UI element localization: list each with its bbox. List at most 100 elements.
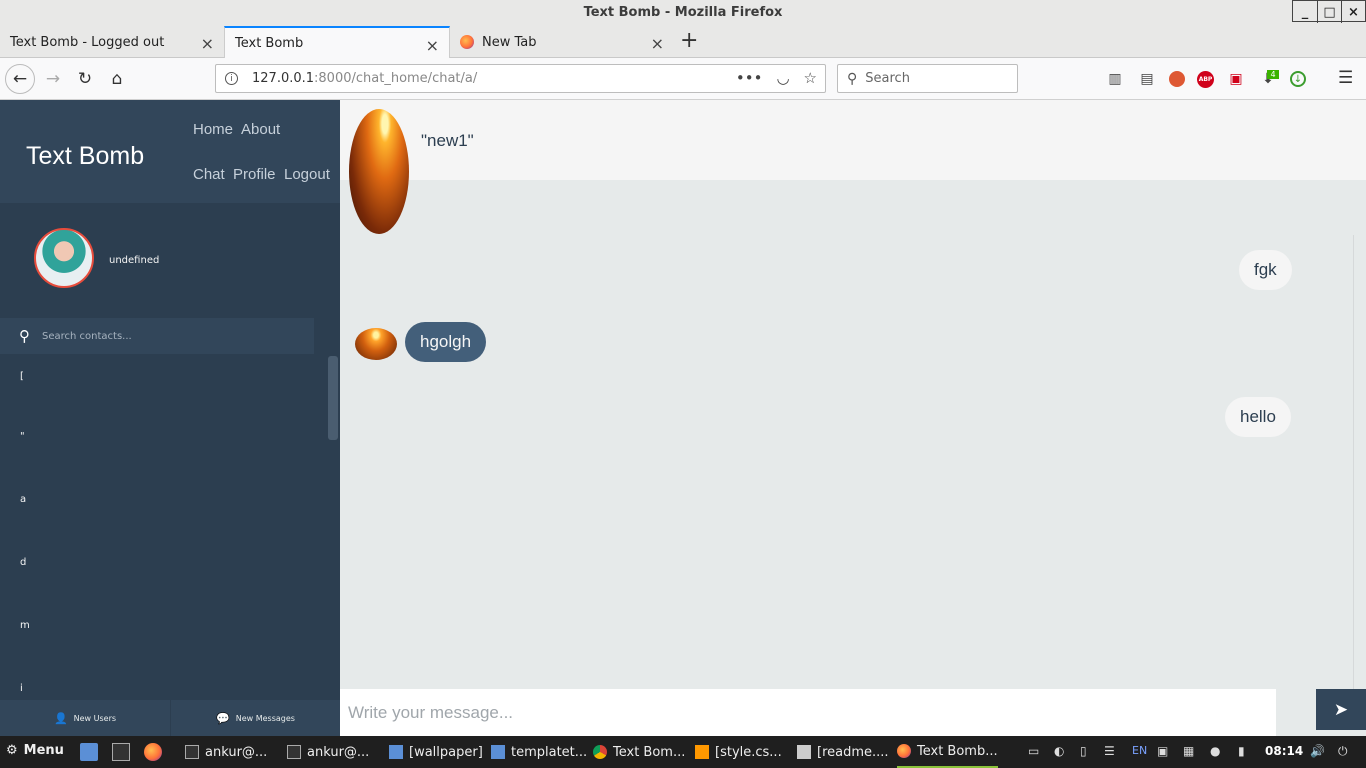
download-addon-icon[interactable]: ⬇ 4 (1258, 69, 1279, 88)
browser-search-bar[interactable]: ⚲ (837, 64, 1018, 93)
search-icon: ⚲ (19, 327, 30, 345)
message-composer: ➤ (340, 689, 1366, 736)
contact-item[interactable]: d (20, 557, 26, 568)
screenshot-addon-icon[interactable]: ▣ (1226, 70, 1246, 88)
contact-search-input[interactable] (42, 330, 292, 342)
profile-avatar[interactable] (34, 228, 94, 288)
task-readme[interactable]: [readme.... (797, 736, 889, 768)
terminal-icon[interactable] (112, 743, 130, 761)
library-icon[interactable]: ▥ (1105, 70, 1125, 88)
page-actions-icon[interactable]: ••• (736, 69, 763, 87)
new-messages-button[interactable]: 💬 New Messages (170, 700, 340, 736)
url-text: 127.0.0.1:8000/chat_home/chat/a/ (252, 71, 478, 86)
contacts-scrollbar-thumb[interactable] (328, 356, 338, 440)
power-icon[interactable]: ⏻ (1338, 744, 1348, 759)
add-user-icon: 👤 (53, 711, 68, 725)
terminal-icon (185, 745, 199, 759)
comment-icon: 💬 (216, 711, 230, 725)
task-terminal-2[interactable]: ankur@... (287, 736, 369, 768)
start-menu-button[interactable]: ⚙ Menu (6, 743, 64, 758)
task-wallpaper-folder[interactable]: [wallpaper] (389, 736, 483, 768)
user-icon[interactable]: ● (1210, 744, 1220, 758)
browser-navbar: ← → ↻ ⌂ i 127.0.0.1:8000/chat_home/chat/… (0, 58, 1366, 100)
gear-icon: ⚙ (6, 743, 18, 758)
clipboard-icon[interactable]: ▯ (1080, 744, 1087, 758)
paper-plane-icon: ➤ (1333, 699, 1349, 720)
browser-search-input[interactable] (865, 71, 996, 86)
clock[interactable]: 08:14 (1265, 744, 1303, 758)
page-content: Text Bomb Home About Chat Profile Logout… (0, 100, 1366, 736)
brand-title[interactable]: Text Bomb (26, 142, 144, 171)
terminal-icon (287, 745, 301, 759)
message-input[interactable] (340, 689, 1276, 736)
forward-arrow-icon[interactable]: → (38, 64, 68, 94)
new-users-button[interactable]: 👤 New Users (0, 700, 170, 736)
contact-item[interactable]: a (20, 494, 26, 505)
os-taskbar: ⚙ Menu ankur@... ankur@... [wallpaper] t… (0, 736, 1366, 768)
nav-logout-link[interactable]: Logout (284, 166, 330, 183)
reload-icon[interactable]: ↻ (70, 64, 100, 94)
nav-chat-link[interactable]: Chat (193, 166, 225, 183)
contact-item[interactable]: m (20, 620, 30, 631)
folder-icon (389, 745, 403, 759)
task-sublime-style[interactable]: [style.cs... (695, 736, 782, 768)
keyboard-layout[interactable]: EN (1132, 744, 1147, 757)
task-chrome-text-bomb[interactable]: Text Bom... (593, 736, 685, 768)
nav-about-link[interactable]: About (241, 121, 280, 138)
chat-panel: "new1" fgk hgolgh hello ➤ (340, 100, 1366, 736)
back-arrow-icon[interactable]: ← (5, 64, 35, 94)
adblock-plus-icon[interactable]: ABP (1197, 70, 1214, 88)
tab-label: Text Bomb - Logged out (10, 34, 165, 50)
close-tab-icon[interactable]: × (651, 34, 664, 53)
contact-item[interactable]: " (20, 431, 25, 442)
send-button[interactable]: ➤ (1316, 689, 1366, 730)
calendar-icon[interactable]: ▦ (1183, 744, 1194, 758)
message-avatar (355, 328, 397, 360)
nav-profile-link[interactable]: Profile (233, 166, 276, 183)
home-icon[interactable]: ⌂ (102, 64, 132, 94)
close-tab-icon[interactable]: × (201, 34, 214, 53)
close-window-button[interactable]: × (1341, 1, 1365, 23)
hamburger-menu-icon[interactable]: ☰ (1338, 68, 1353, 88)
contact-item[interactable]: i (20, 683, 23, 694)
site-info-icon[interactable]: i (225, 72, 238, 85)
window-list-icon[interactable]: ▭ (1028, 744, 1039, 758)
contact-list: [ " a d m i (0, 354, 327, 700)
volume-icon[interactable]: 🔊 (1310, 744, 1325, 758)
new-tab-plus-icon[interactable]: + (680, 28, 698, 53)
chat-header: "new1" (340, 100, 1366, 180)
tab-new-tab[interactable]: New Tab × (450, 26, 674, 58)
tab-label: Text Bomb (235, 36, 304, 51)
maximize-button[interactable]: □ (1317, 1, 1341, 23)
tab-logged-out[interactable]: Text Bomb - Logged out × (0, 26, 224, 58)
minimize-button[interactable]: _ (1293, 1, 1317, 23)
brand-bar: Text Bomb Home About Chat Profile Logout (0, 100, 340, 203)
search-icon: ⚲ (847, 70, 858, 87)
tab-text-bomb[interactable]: Text Bomb × (224, 26, 450, 59)
browser-toolbar-icons: ▥ ▤ ABP ▣ ⬇ 4 ↓ (1105, 69, 1306, 88)
task-firefox-text-bomb[interactable]: Text Bomb... (897, 736, 998, 768)
network-icon[interactable]: ▣ (1157, 744, 1168, 758)
messages-scrollbar[interactable] (1353, 235, 1366, 690)
folder-icon (491, 745, 505, 759)
update-addon-icon[interactable]: ↓ (1290, 71, 1306, 87)
new-messages-label: New Messages (235, 713, 295, 723)
sidebar-toggle-icon[interactable]: ▤ (1137, 70, 1157, 88)
task-terminal-1[interactable]: ankur@... (185, 736, 267, 768)
pocket-icon[interactable]: ◡ (776, 69, 789, 87)
firefox-icon (897, 744, 911, 758)
url-bar-tools: ••• ◡ ☆ (736, 69, 817, 87)
bookmark-star-icon[interactable]: ☆ (804, 69, 817, 87)
battery-icon[interactable]: ▮ (1238, 744, 1245, 758)
menu-list-icon[interactable]: ☰ (1104, 744, 1115, 758)
task-templates-folder[interactable]: templatet... (491, 736, 587, 768)
file-manager-icon[interactable] (80, 743, 98, 761)
nav-home-link[interactable]: Home (193, 121, 233, 138)
firefox-icon[interactable] (144, 743, 162, 761)
duckduckgo-icon[interactable] (1169, 71, 1185, 87)
contact-item[interactable]: [ (20, 371, 24, 382)
close-tab-icon[interactable]: × (426, 36, 439, 55)
tab-label: New Tab (482, 34, 537, 50)
url-bar[interactable]: i 127.0.0.1:8000/chat_home/chat/a/ ••• ◡… (215, 64, 826, 93)
weather-icon[interactable]: ◐ (1054, 744, 1064, 758)
